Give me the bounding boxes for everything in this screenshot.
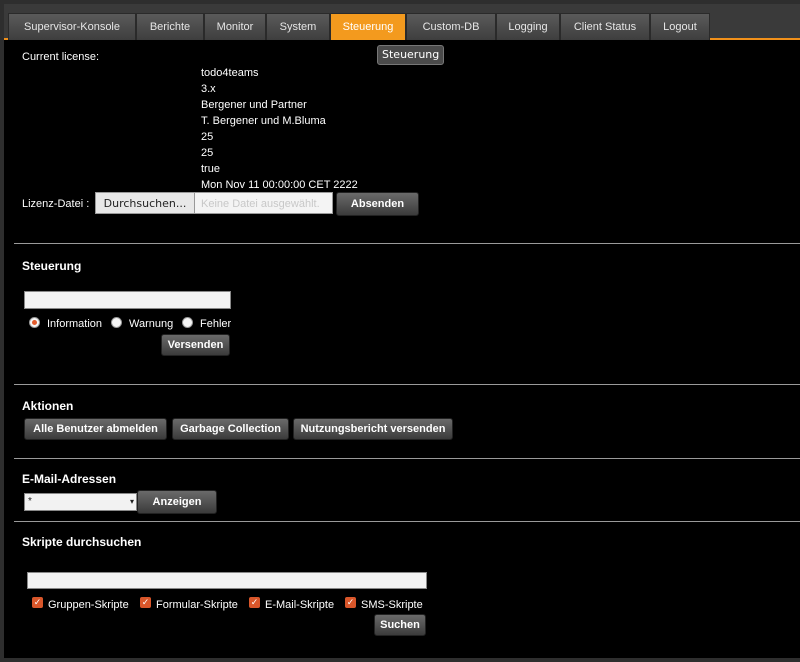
radio-information[interactable]: [29, 317, 40, 328]
license-flag: true: [201, 163, 220, 175]
tab-system[interactable]: System: [266, 13, 330, 40]
radio-fehler[interactable]: [182, 317, 193, 328]
window-frame: [0, 0, 800, 662]
tab-custom-db[interactable]: Custom-DB: [406, 13, 496, 40]
tab-logout[interactable]: Logout: [650, 13, 710, 40]
radio-warnung[interactable]: [111, 317, 122, 328]
tab-berichte[interactable]: Berichte: [136, 13, 204, 40]
license-holder: T. Bergener und M.Bluma: [201, 115, 326, 127]
checkbox-email-skripte[interactable]: ✓: [249, 597, 260, 608]
tab-steuerung[interactable]: Steuerung: [330, 13, 406, 40]
browse-button[interactable]: Durchsuchen...: [95, 192, 195, 214]
checkbox-formular-skripte[interactable]: ✓: [140, 597, 151, 608]
versenden-button[interactable]: Versenden: [161, 334, 230, 356]
tab-client-status[interactable]: Client Status: [560, 13, 650, 40]
checkbox-sms-skripte[interactable]: ✓: [345, 597, 356, 608]
license-product: todo4teams: [201, 67, 259, 79]
steuerung-heading: Steuerung: [22, 259, 82, 273]
suchen-button[interactable]: Suchen: [374, 614, 426, 636]
absenden-button[interactable]: Absenden: [336, 192, 419, 216]
checkbox-gruppen-skripte[interactable]: ✓: [32, 597, 43, 608]
divider: [14, 458, 800, 459]
email-select-value: *: [28, 496, 32, 507]
radio-fehler-label: Fehler: [200, 318, 232, 330]
anzeigen-button[interactable]: Anzeigen: [137, 490, 217, 514]
skripte-heading: Skripte durchsuchen: [22, 535, 142, 549]
license-expiry: Mon Nov 11 00:00:00 CET 2222: [201, 179, 358, 191]
license-version: 3.x: [201, 83, 216, 95]
aktionen-heading: Aktionen: [22, 399, 74, 413]
tab-logging[interactable]: Logging: [496, 13, 560, 40]
license-company: Bergener und Partner: [201, 99, 307, 111]
script-search-input[interactable]: [27, 572, 427, 589]
license-seats-2: 25: [201, 147, 214, 159]
divider: [14, 384, 800, 385]
tooltip-steuerung: Steuerung: [377, 45, 445, 65]
checkbox-gruppen-label: Gruppen-Skripte: [48, 599, 129, 611]
tab-supervisor-konsole[interactable]: Supervisor-Konsole: [8, 13, 136, 40]
radio-warnung-label: Warnung: [129, 318, 174, 330]
license-seats-1: 25: [201, 131, 214, 143]
tab-monitor[interactable]: Monitor: [204, 13, 266, 40]
checkbox-sms-label: SMS-Skripte: [361, 599, 423, 611]
usage-report-button[interactable]: Nutzungsbericht versenden: [293, 418, 453, 440]
email-select[interactable]: * ▾: [24, 493, 137, 511]
checkbox-email-label: E-Mail-Skripte: [265, 599, 335, 611]
license-file-label: Lizenz-Datei :: [22, 198, 90, 210]
tab-bar: Supervisor-Konsole Berichte Monitor Syst…: [4, 4, 800, 40]
logout-all-users-button[interactable]: Alle Benutzer abmelden: [24, 418, 167, 440]
checkbox-formular-label: Formular-Skripte: [156, 599, 238, 611]
no-file-text: Keine Datei ausgewählt.: [195, 192, 333, 214]
message-input[interactable]: [24, 291, 231, 309]
divider: [14, 521, 800, 522]
chevron-down-icon: ▾: [129, 497, 134, 506]
license-label: Current license:: [22, 51, 100, 63]
divider: [14, 243, 800, 244]
license-values: todo4teams 3.x Bergener und Partner T. B…: [201, 65, 358, 193]
garbage-collection-button[interactable]: Garbage Collection: [172, 418, 289, 440]
email-heading: E-Mail-Adressen: [22, 472, 117, 486]
radio-information-label: Information: [47, 318, 103, 330]
